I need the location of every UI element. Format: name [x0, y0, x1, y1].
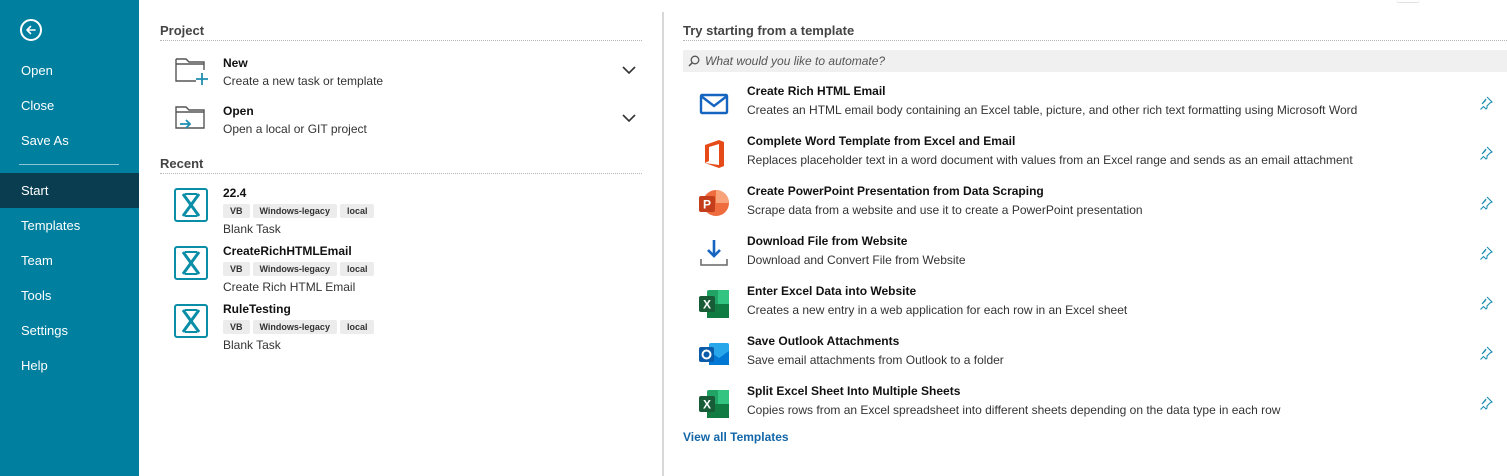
open-folder-icon — [174, 104, 210, 137]
tag: local — [339, 320, 375, 334]
template-title: Create PowerPoint Presentation from Data… — [747, 184, 1044, 198]
recent-item-description: Blank Task — [223, 222, 281, 236]
svg-text:X: X — [703, 298, 711, 312]
panel-divider — [662, 12, 664, 476]
recent-item-description: Create Rich HTML Email — [223, 280, 356, 294]
tag: Windows-legacy — [252, 262, 337, 276]
template-description: Creates an HTML email body containing an… — [747, 103, 1358, 117]
template-create-powerpoint[interactable]: P Create PowerPoint Presentation from Da… — [683, 184, 1507, 232]
recent-item-tags: VB Windows-legacy local — [223, 262, 375, 276]
template-description: Save email attachments from Outlook to a… — [747, 353, 1004, 367]
new-project-title: New — [223, 56, 248, 70]
template-search[interactable] — [683, 50, 1507, 72]
sidebar-item-start[interactable]: Start — [0, 173, 139, 208]
template-description: Copies rows from an Excel spreadsheet in… — [747, 403, 1281, 417]
view-all-templates-link[interactable]: View all Templates — [683, 430, 789, 444]
recent-section-title: Recent — [160, 156, 204, 171]
pin-icon[interactable] — [1479, 146, 1493, 163]
template-enter-excel-data[interactable]: X Enter Excel Data into Website Creates … — [683, 284, 1507, 332]
pin-icon[interactable] — [1479, 96, 1493, 113]
template-create-rich-html-email[interactable]: Create Rich HTML Email Creates an HTML e… — [683, 84, 1507, 132]
template-description: Creates a new entry in a web application… — [747, 303, 1128, 317]
templates-section-title: Try starting from a template — [683, 23, 855, 38]
template-description: Replaces placeholder text in a word docu… — [747, 153, 1353, 167]
svg-text:P: P — [703, 198, 711, 212]
project-section-title: Project — [160, 23, 205, 38]
sidebar-item-open[interactable]: Open — [0, 53, 139, 88]
office-icon — [697, 137, 731, 171]
chevron-down-icon[interactable] — [622, 64, 636, 78]
open-project-title: Open — [223, 104, 254, 118]
open-project-subtitle: Open a local or GIT project — [223, 122, 367, 136]
pin-icon[interactable] — [1479, 246, 1493, 263]
task-file-icon — [174, 304, 208, 338]
download-icon — [697, 237, 731, 271]
template-download-file[interactable]: Download File from Website Download and … — [683, 234, 1507, 282]
new-project-subtitle: Create a new task or template — [223, 74, 384, 88]
sidebar-divider — [19, 164, 119, 165]
template-title: Split Excel Sheet Into Multiple Sheets — [747, 384, 961, 398]
sidebar-item-settings[interactable]: Settings — [0, 313, 139, 348]
recent-item-tags: VB Windows-legacy local — [223, 320, 375, 334]
pin-icon[interactable] — [1479, 346, 1493, 363]
template-save-outlook-attachments[interactable]: Save Outlook Attachments Save email atta… — [683, 334, 1507, 382]
recent-item-name: CreateRichHTMLEmail — [223, 244, 352, 258]
pin-icon[interactable] — [1479, 196, 1493, 213]
template-description: Download and Convert File from Website — [747, 253, 966, 267]
svg-text:X: X — [703, 398, 711, 412]
recent-item-description: Blank Task — [223, 338, 281, 352]
sidebar-item-templates[interactable]: Templates — [0, 208, 139, 243]
tag: local — [339, 204, 375, 218]
sidebar-item-close[interactable]: Close — [0, 88, 139, 123]
open-project-item[interactable]: Open Open a local or GIT project — [160, 98, 642, 144]
search-icon — [688, 55, 700, 67]
new-folder-icon — [174, 56, 210, 89]
sidebar: Open Close Save As Start Templates Team … — [0, 0, 139, 476]
tag: VB — [223, 320, 250, 334]
back-arrow-icon[interactable] — [20, 19, 42, 41]
template-title: Save Outlook Attachments — [747, 334, 900, 348]
template-title: Complete Word Template from Excel and Em… — [747, 134, 1016, 148]
chevron-down-icon[interactable] — [622, 112, 636, 126]
search-input[interactable] — [705, 50, 1495, 72]
task-file-icon — [174, 188, 208, 222]
recent-divider — [160, 173, 642, 174]
recent-item-name: RuleTesting — [223, 302, 291, 316]
outlook-icon — [697, 337, 731, 371]
recent-item-22-4[interactable]: 22.4 VB Windows-legacy local Blank Task — [160, 186, 642, 244]
sidebar-item-save-as[interactable]: Save As — [0, 123, 139, 158]
new-project-item[interactable]: New Create a new task or template — [160, 50, 642, 96]
scroll-indicator — [1396, 0, 1420, 3]
tag: VB — [223, 204, 250, 218]
excel-icon: X — [697, 387, 731, 421]
template-title: Create Rich HTML Email — [747, 84, 886, 98]
project-divider — [160, 40, 642, 41]
powerpoint-icon: P — [697, 187, 731, 221]
sidebar-item-tools[interactable]: Tools — [0, 278, 139, 313]
recent-item-name: 22.4 — [223, 186, 247, 200]
sidebar-item-help[interactable]: Help — [0, 348, 139, 383]
task-file-icon — [174, 246, 208, 280]
sidebar-item-team[interactable]: Team — [0, 243, 139, 278]
recent-item-createrichhtmlemail[interactable]: CreateRichHTMLEmail VB Windows-legacy lo… — [160, 244, 642, 302]
templates-divider — [683, 40, 1507, 41]
tag: VB — [223, 262, 250, 276]
tag: Windows-legacy — [252, 204, 337, 218]
template-split-excel-sheet[interactable]: X Split Excel Sheet Into Multiple Sheets… — [683, 384, 1507, 432]
recent-item-ruletesting[interactable]: RuleTesting VB Windows-legacy local Blan… — [160, 302, 642, 360]
template-title: Enter Excel Data into Website — [747, 284, 917, 298]
template-complete-word-template[interactable]: Complete Word Template from Excel and Em… — [683, 134, 1507, 182]
excel-icon: X — [697, 287, 731, 321]
tag: Windows-legacy — [252, 320, 337, 334]
recent-item-tags: VB Windows-legacy local — [223, 204, 375, 218]
template-description: Scrape data from a website and use it to… — [747, 203, 1143, 217]
pin-icon[interactable] — [1479, 396, 1493, 413]
tag: local — [339, 262, 375, 276]
mail-icon — [697, 87, 731, 121]
template-title: Download File from Website — [747, 234, 908, 248]
pin-icon[interactable] — [1479, 296, 1493, 313]
